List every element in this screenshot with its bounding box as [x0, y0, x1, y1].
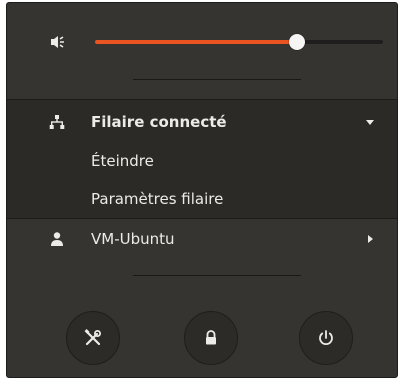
volume-level-fill — [95, 40, 297, 44]
separator — [133, 79, 301, 80]
power-button[interactable] — [299, 311, 353, 365]
volume-slider[interactable] — [95, 33, 383, 51]
separator — [133, 275, 301, 276]
user-icon — [51, 232, 63, 246]
wired-network-section: Filaire connecté Éteindre Paramètres fil… — [7, 99, 397, 219]
lock-button[interactable] — [184, 311, 238, 365]
chevron-right-icon — [368, 235, 373, 243]
user-menu-item[interactable]: VM-Ubuntu — [7, 225, 397, 253]
volume-slider-handle[interactable] — [288, 34, 305, 50]
menu-item-label: Paramètres filaire — [91, 190, 224, 208]
lock-icon — [206, 330, 216, 345]
power-icon — [319, 330, 333, 345]
settings-button[interactable] — [66, 311, 120, 365]
menu-item-turn-off[interactable]: Éteindre — [7, 147, 397, 175]
wired-connected-toggle[interactable]: Filaire connecté — [7, 108, 397, 136]
system-menu: Filaire connecté Éteindre Paramètres fil… — [6, 2, 398, 378]
chevron-down-icon — [366, 120, 374, 125]
audio-volume-icon — [51, 36, 64, 48]
menu-item-wired-settings[interactable]: Paramètres filaire — [7, 185, 397, 213]
user-name: VM-Ubuntu — [91, 230, 175, 248]
menu-item-label: Éteindre — [91, 152, 154, 170]
wired-network-icon — [49, 115, 65, 129]
wired-connected-label: Filaire connecté — [91, 113, 227, 131]
settings-icon — [84, 329, 101, 346]
